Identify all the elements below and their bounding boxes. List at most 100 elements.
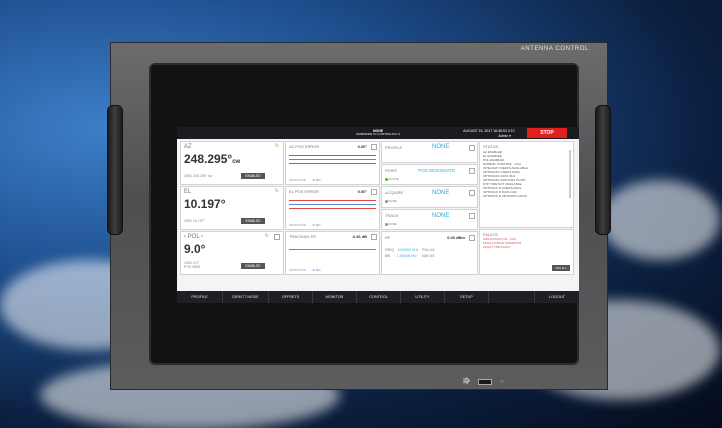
window-size: WINDOW SIZE 30 SEC bbox=[289, 224, 321, 227]
refresh-icon[interactable]: ↻ bbox=[275, 143, 279, 149]
pol-label[interactable]: ‹ POL › bbox=[184, 234, 203, 240]
refresh-icon[interactable]: ↻ bbox=[275, 188, 279, 194]
el-pos-error-plot bbox=[289, 197, 376, 211]
rf-label: RF bbox=[385, 235, 391, 240]
nav-direct-mode[interactable]: DIRECT MODE bbox=[223, 291, 269, 303]
nav-utility[interactable]: UTILITY bbox=[401, 291, 445, 303]
refresh-icon[interactable]: ↻ bbox=[265, 233, 269, 239]
az-pos-error-label: AZ POS ERROR bbox=[289, 144, 320, 149]
tracking-rf-plot bbox=[289, 242, 376, 256]
window-size-value[interactable]: 30 SEC bbox=[312, 269, 321, 272]
mode-indicator: NONE WORKMODE TO | CONTROL ACU H bbox=[356, 129, 400, 137]
az-pos-error-panel: AZ POS ERROR 0.00° WINDOW SIZE 30 SEC bbox=[285, 141, 380, 185]
az-pos-error-value: 0.00° bbox=[357, 144, 367, 149]
el-value: 10.197° bbox=[184, 197, 226, 211]
rf-freq-row: FREQ 0.000000 GHz POL N/A bbox=[385, 248, 435, 252]
rack-handle-left bbox=[107, 105, 123, 235]
rf-panel[interactable]: RF 0.00 dBm FREQ 0.000000 GHz POL N/A BW… bbox=[381, 231, 478, 275]
status-panel: STATUS AZ ENABLED EL ENABLED POL ENABLED… bbox=[479, 141, 574, 228]
usb-port[interactable] bbox=[478, 379, 493, 385]
nav-profile[interactable]: PROFILE bbox=[177, 291, 223, 303]
main-grid: AZ ↻ 248.295°cw CMD 248.295° cw ENABLED … bbox=[177, 139, 579, 279]
el-cmd: CMD 10.197° bbox=[184, 219, 206, 223]
track-value: NONE bbox=[432, 213, 450, 219]
monitor-bezel: NONE WORKMODE TO | CONTROL ACU H AUGUST … bbox=[149, 63, 579, 365]
expand-icon[interactable] bbox=[469, 168, 475, 174]
expand-icon[interactable] bbox=[274, 234, 280, 240]
indicator-icon: ○ bbox=[500, 379, 504, 385]
pol-panel: ‹ POL › ↻ 9.0° CMD 9.0° POS 0855 ENABLED bbox=[180, 231, 284, 275]
status-scrollbar[interactable] bbox=[569, 150, 571, 198]
faults-list: SIMULATION ON - ACU FPGA CONFIG MISMATCH… bbox=[483, 237, 521, 249]
pol-enabled-button[interactable]: ENABLED bbox=[241, 263, 265, 269]
tracking-rf-value: -0.36 dB bbox=[351, 234, 367, 239]
expand-icon[interactable] bbox=[371, 144, 377, 150]
az-value: 248.295°cw bbox=[184, 152, 241, 166]
el-enabled-button[interactable]: ENABLED bbox=[241, 218, 265, 224]
point-state: ACTIVE bbox=[385, 177, 399, 181]
expand-icon[interactable] bbox=[469, 145, 475, 151]
tracking-rf-panel: TRACKING RF -0.36 dB WINDOW SIZE 30 SEC bbox=[285, 231, 380, 275]
acquire-panel[interactable]: ACQUIRE NONE NONE bbox=[381, 186, 478, 208]
window-size-value[interactable]: 30 SEC bbox=[312, 179, 321, 182]
acquire-label: ACQUIRE bbox=[385, 190, 404, 195]
nav-spacer bbox=[489, 291, 535, 303]
profile-label: PROFILE bbox=[385, 145, 403, 150]
profile-value: NONE bbox=[432, 144, 450, 150]
az-enabled-button[interactable]: ENABLED bbox=[241, 173, 265, 179]
state-dot-icon bbox=[385, 223, 388, 226]
list-item: FPGA TYPE FAULT bbox=[483, 245, 511, 249]
point-value: POS DESIGNATE bbox=[418, 168, 456, 173]
pol-pos: POS 0855 bbox=[184, 265, 201, 269]
az-direction: cw bbox=[232, 159, 241, 165]
track-panel[interactable]: TRACK NONE NONE bbox=[381, 209, 478, 230]
az-cmd: CMD 248.295° cw bbox=[184, 174, 213, 178]
az-pos-error-plot bbox=[289, 152, 376, 166]
el-label: EL bbox=[184, 189, 192, 195]
usb-icon: ⭆ bbox=[463, 377, 471, 386]
status-title: STATUS bbox=[483, 144, 499, 149]
el-pos-error-label: EL POS ERROR bbox=[289, 189, 319, 194]
el-panel: EL ↻ 10.197° CMD 10.197° ENABLED bbox=[180, 186, 284, 230]
nav-monitor[interactable]: MONITOR bbox=[313, 291, 357, 303]
nav-offsets[interactable]: OFFSETS bbox=[269, 291, 313, 303]
nav-control[interactable]: CONTROL bbox=[357, 291, 401, 303]
expand-icon[interactable] bbox=[371, 234, 377, 240]
acu-screen: NONE WORKMODE TO | CONTROL ACU H AUGUST … bbox=[177, 127, 579, 303]
az-label: AZ bbox=[184, 144, 192, 150]
expand-icon[interactable] bbox=[469, 213, 475, 219]
el-pos-error-value: 0.00° bbox=[357, 189, 367, 194]
bottom-nav: PROFILE DIRECT MODE OFFSETS MONITOR CONT… bbox=[177, 291, 579, 303]
rack-chassis: ANTENNA CONTROL NONE WORKMODE TO | CONTR… bbox=[107, 42, 611, 390]
expand-icon[interactable] bbox=[469, 190, 475, 196]
window-size: WINDOW SIZE 30 SEC bbox=[289, 269, 321, 272]
state-dot-icon bbox=[385, 200, 388, 203]
front-ports: ⭆ ○ bbox=[463, 377, 504, 387]
track-label: TRACK bbox=[385, 213, 399, 218]
nav-setup[interactable]: SETUP bbox=[445, 291, 489, 303]
ack-all-button[interactable]: ACK ALL bbox=[552, 265, 570, 271]
window-size-value[interactable]: 30 SEC bbox=[312, 224, 321, 227]
stop-button[interactable]: STOP bbox=[527, 128, 567, 138]
faults-panel: FAULTS SIMULATION ON - ACU FPGA CONFIG M… bbox=[479, 229, 574, 275]
point-panel[interactable]: POINT POS DESIGNATE ACTIVE bbox=[381, 164, 478, 185]
pol-value: 9.0° bbox=[184, 242, 206, 256]
nav-logout[interactable]: LOGOUT bbox=[535, 291, 579, 303]
active-dot-icon bbox=[385, 178, 388, 181]
acquire-state: NONE bbox=[385, 199, 397, 203]
status-list: AZ ENABLED EL ENABLED POL ENABLED NORMAL… bbox=[483, 150, 569, 198]
expand-icon[interactable] bbox=[469, 235, 475, 241]
az-panel: AZ ↻ 248.295°cw CMD 248.295° cw ENABLED bbox=[180, 141, 284, 185]
el-pos-error-panel: EL POS ERROR 0.00° WINDOW SIZE 30 SEC bbox=[285, 186, 380, 230]
rf-bw-row: BW 1.000000 kHz SUN N/A bbox=[385, 254, 435, 258]
profile-panel[interactable]: PROFILE NONE bbox=[381, 141, 478, 163]
track-state: NONE bbox=[385, 222, 397, 226]
rack-handle-right bbox=[595, 105, 611, 235]
point-label: POINT bbox=[385, 168, 398, 173]
user-menu[interactable]: Admin ▾ bbox=[498, 134, 511, 138]
acquire-value: NONE bbox=[432, 190, 450, 196]
list-item: OPTRACK D 24HOURS GOOD bbox=[483, 194, 527, 198]
tracking-rf-label: TRACKING RF bbox=[289, 234, 317, 239]
mode-subtitle: WORKMODE TO | CONTROL ACU H bbox=[356, 133, 400, 136]
expand-icon[interactable] bbox=[371, 189, 377, 195]
